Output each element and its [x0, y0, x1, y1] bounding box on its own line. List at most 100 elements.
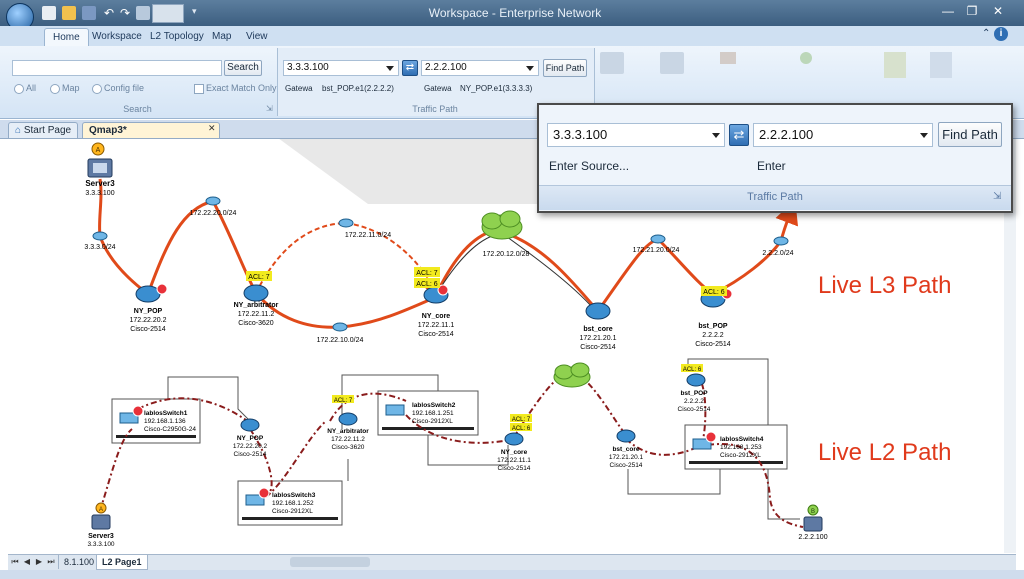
radio-all[interactable]	[14, 84, 24, 94]
undo-icon[interactable]: ↶	[102, 6, 116, 20]
merge-reader-icon[interactable]	[600, 52, 624, 74]
device-ip: 172.21.20.1	[609, 454, 644, 461]
switch-name: lablosSwitch1	[144, 410, 188, 417]
ribbon-collapse-icon[interactable]: ⌃	[982, 28, 990, 39]
prev-page-icon[interactable]: ◀	[22, 557, 32, 567]
device-ip: 172.22.11.1	[497, 457, 531, 464]
status-bar	[0, 570, 1024, 579]
callout-source-value: 3.3.3.100	[553, 127, 608, 142]
chart-report-icon[interactable]	[884, 52, 906, 78]
swap-direction-button[interactable]: ⇄	[402, 60, 418, 76]
network-icon[interactable]	[136, 6, 150, 20]
ping-icon[interactable]	[800, 52, 812, 64]
exact-match-label: Exact Match Only	[206, 83, 277, 93]
device-ip: 2.2.2.2	[684, 398, 704, 405]
l3-path-label: Live L3 Path	[818, 272, 952, 299]
router-icon	[240, 418, 260, 432]
find-path-button[interactable]: Find Path	[543, 59, 587, 77]
device-name: NY_POP	[237, 435, 264, 442]
router-icon	[686, 373, 706, 387]
device-name: NY_core	[422, 313, 451, 320]
device-ip: 172.22.11.2	[331, 436, 365, 443]
new-icon[interactable]	[42, 6, 56, 20]
device-model: Cisco-2514	[130, 326, 166, 333]
callout-group-label: Traffic Path	[747, 191, 803, 203]
switch-ip: 192.168.1.252	[272, 500, 314, 507]
device-ip: 2.2.2.2	[702, 332, 724, 339]
device-model: Cisco-2514	[418, 331, 454, 338]
restore-icon[interactable]: ❐	[961, 2, 983, 20]
ip-list-icon[interactable]	[720, 52, 736, 64]
subnet-icon	[92, 231, 108, 241]
dest-gateway-value: NY_POP.e1(3.3.3.3)	[460, 84, 533, 93]
server-name: Server3	[85, 179, 115, 188]
help-icon[interactable]: i	[994, 27, 1008, 41]
subnet-icon	[650, 234, 666, 244]
search-button[interactable]: Search	[224, 60, 262, 76]
compare-icon[interactable]	[660, 52, 684, 74]
source-gateway-value: bst_POP.e1(2.2.2.2)	[322, 84, 394, 93]
switch-ports	[116, 427, 783, 520]
callout-source-select[interactable]: 3.3.3.100	[547, 123, 725, 147]
radio-config-file-label: Config file	[104, 83, 145, 93]
dialog-launcher-icon[interactable]: ⇲	[993, 191, 1001, 202]
subnet-icon	[338, 218, 354, 228]
device-model: Cisco-3620	[332, 444, 365, 451]
callout-find-path-button[interactable]: Find Path	[938, 122, 1002, 147]
minimize-icon[interactable]: —	[937, 2, 959, 20]
tab-start-page[interactable]: ⌂ Start Page	[8, 122, 79, 138]
device-model: Cisco-2514	[695, 341, 731, 348]
exact-match-checkbox[interactable]	[194, 84, 204, 94]
tab-qmap3[interactable]: Qmap3*	[82, 122, 220, 138]
close-tab-icon[interactable]: ✕	[208, 123, 216, 134]
close-icon[interactable]: ✕	[987, 2, 1009, 20]
acl-label: ACL: 6	[512, 426, 531, 432]
document-icon[interactable]	[930, 52, 952, 78]
quick-access-customize-icon[interactable]: ▾	[192, 6, 197, 17]
save-icon[interactable]	[82, 6, 96, 20]
acl-label: ACL: 7	[248, 274, 270, 281]
horizontal-scrollbar-thumb[interactable]	[290, 557, 370, 567]
radio-map[interactable]	[50, 84, 60, 94]
path-arb-to-110	[255, 222, 347, 294]
device-name: bst_POP	[698, 323, 728, 330]
last-page-icon[interactable]: ⏭	[46, 557, 56, 567]
tab-map[interactable]: Map	[204, 28, 239, 46]
search-input[interactable]	[12, 60, 222, 76]
tab-workspace[interactable]: Workspace	[84, 28, 150, 46]
tab-view[interactable]: View	[238, 28, 276, 46]
quick-access-dropdown[interactable]	[152, 4, 184, 23]
callout-destination-select[interactable]: 2.2.2.100	[753, 123, 933, 147]
source-select[interactable]: 3.3.3.100	[283, 60, 399, 76]
open-folder-icon[interactable]	[62, 6, 76, 20]
device-name: NY_POP	[134, 308, 163, 315]
next-page-icon[interactable]: ▶	[34, 557, 44, 567]
path-to-destination	[775, 199, 799, 242]
router-icon	[243, 284, 269, 302]
tab-l2-topology[interactable]: L2 Topology	[142, 28, 212, 46]
router-icon	[585, 302, 611, 320]
l2-path-label: Live L2 Path	[818, 439, 952, 466]
radio-config-file[interactable]	[92, 84, 102, 94]
destination-select[interactable]: 2.2.2.100	[421, 60, 539, 76]
chevron-down-icon	[386, 66, 394, 71]
page-tab-first[interactable]: 8.1.100	[58, 555, 101, 569]
callout-destination-value: 2.2.2.100	[759, 127, 814, 142]
device-model: Cisco-2514	[610, 462, 643, 469]
radio-map-label: Map	[62, 83, 80, 93]
acl-label: ACL: 7	[512, 417, 531, 423]
source-value: 3.3.3.100	[287, 62, 329, 73]
first-page-icon[interactable]: ⏮	[10, 557, 20, 567]
subnet-label: 2.2.2.0/24	[762, 250, 793, 257]
server-badge: A	[96, 147, 101, 154]
dest-ip: 2.2.2.100	[798, 534, 827, 541]
subnet-label: 172.22.20.0/24	[190, 210, 237, 217]
redo-icon[interactable]: ↷	[118, 6, 132, 20]
search-dialog-launcher-icon[interactable]: ⇲	[266, 104, 273, 113]
callout-swap-button[interactable]: ⇄	[729, 124, 749, 146]
tab-home[interactable]: Home	[44, 28, 89, 47]
subnet-label: 172.21.20.0/24	[633, 247, 680, 254]
acl-label: ACL: 7	[416, 270, 438, 277]
callout-source-hint: Enter Source...	[549, 159, 630, 173]
page-tab-current[interactable]: L2 Page1	[96, 555, 148, 570]
